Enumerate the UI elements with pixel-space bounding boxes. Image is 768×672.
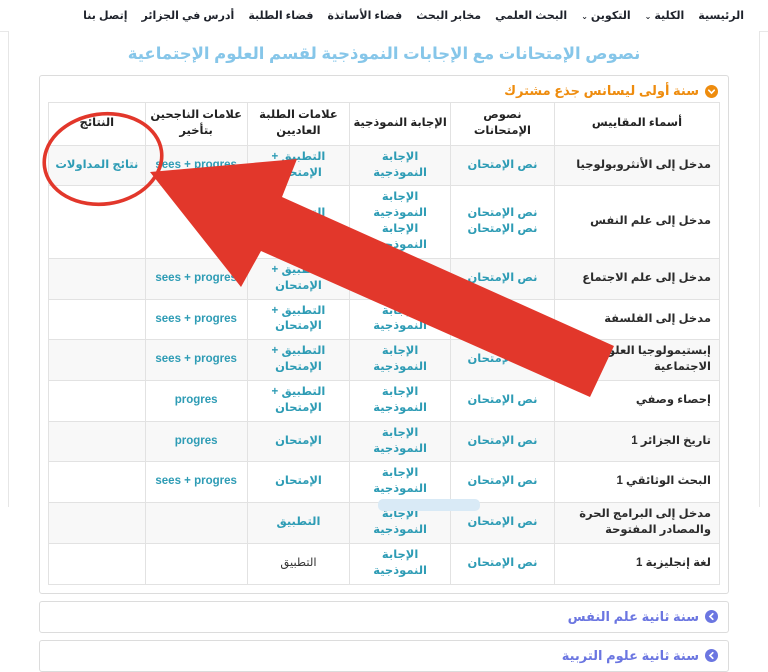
table-header-row: أسماء المقاييس نصوص الإمتحانات الإجابة ا… [49,103,720,146]
exam-text-link[interactable]: نص الإمتحان [467,475,537,487]
table-row: إبستيمولوجيا العلوم الاجتماعية نص الإمتح… [49,340,720,381]
column-header-exam-texts: نصوص الإمتحانات [450,103,554,146]
table-row: تاريخ الجزائر 1 نص الإمتحان الإجابة النم… [49,421,720,462]
regular-marks-link[interactable]: الإمتحان [275,435,322,447]
model-answer-link[interactable]: الإجابة النموذجية [373,151,427,179]
regular-marks-link[interactable]: التطبيق + الإمتحان [272,345,326,373]
exam-text-link[interactable]: نص الإمتحان [467,435,537,447]
chevron-down-icon: ⌄ [581,12,588,21]
exams-table-wrapper: أسماء المقاييس نصوص الإمتحانات الإجابة ا… [40,102,728,593]
exams-table: أسماء المقاييس نصوص الإمتحانات الإجابة ا… [48,102,720,585]
model-answer-link[interactable]: الإجابة النموذجية [373,305,427,333]
table-row: البحث الوثائقي 1 نص الإمتحان الإجابة الن… [49,462,720,503]
chevron-circle-down-icon [705,85,718,98]
late-marks-link[interactable]: sees + progres [155,159,237,171]
exam-text-link[interactable]: نص الإمتحان [467,353,537,365]
regular-marks-link[interactable]: التطبيق + الإمتحان [272,305,326,333]
nav-item-research-labs[interactable]: مخابر البحث [416,9,481,22]
table-row: مدخل إلى الأنثروبولوجيا نص الإمتحان الإج… [49,145,720,186]
model-answer-link[interactable]: الإجابة النموذجية [373,264,427,292]
section-second-year-psychology-header[interactable]: سنة ثانية علم النفس [40,602,728,632]
regular-marks-link[interactable]: التطبيق [277,516,321,528]
sections-accordion: سنة أولى ليسانس جذع مشترك أسماء المقاييس… [39,75,729,672]
module-name-cell: البحث الوثائقي 1 [554,462,719,503]
model-answer-link[interactable]: الإجابة النموذجية [373,345,427,373]
regular-marks-text: التطبيق [280,557,316,569]
model-answer-link[interactable]: الإجابة النموذجية [373,386,427,414]
nav-item-study-in-algeria[interactable]: أدرس في الجزائر [142,9,235,22]
module-name-cell: تاريخ الجزائر 1 [554,421,719,462]
module-name-cell: إبستيمولوجيا العلوم الاجتماعية [554,340,719,381]
late-marks-link[interactable]: progres [175,394,218,406]
results-link[interactable]: نتائج المداولات [55,159,138,171]
table-row: مدخل إلى علم النفس نص الإمتحان نص الإمتح… [49,186,720,258]
table-row: مدخل إلى علم الاجتماع نص الإمتحان الإجاب… [49,258,720,299]
nav-item-students-space[interactable]: فضاء الطلبة [248,9,313,22]
exam-text-link[interactable]: نص الإمتحان نص الإمتحان [467,207,537,235]
nav-item-scientific-research[interactable]: البحث العلمي [495,9,567,22]
regular-marks-link[interactable]: التطبيق + الإمتحان [272,386,326,414]
module-name-cell: مدخل إلى الفلسفة [554,299,719,340]
section-second-year-education: سنة ثانية علوم التربية [39,640,729,672]
top-nav: الرئيسية الكلية⌄ التكوين⌄ البحث العلمي م… [0,0,768,32]
regular-marks-link[interactable]: التطبيق + الإمتحان [272,151,326,179]
exams-table-body: مدخل إلى الأنثروبولوجيا نص الإمتحان الإج… [49,145,720,584]
column-header-late-marks: علامات الناجحين بتأخير [145,103,247,146]
section-title: سنة ثانية علوم التربية [562,648,699,664]
page-title: نصوص الإمتحانات مع الإجابات النموذجية لق… [9,44,759,64]
chevron-down-icon: ⌄ [645,12,652,21]
model-answer-link[interactable]: الإجابة النموذجية [373,508,427,536]
module-name-cell: لغة إنجليزية 1 [554,543,719,584]
section-first-year-header[interactable]: سنة أولى ليسانس جذع مشترك [40,76,728,102]
model-answer-link[interactable]: الإجابة النموذجية [373,549,427,577]
column-header-modules: أسماء المقاييس [554,103,719,146]
exam-text-link[interactable]: نص الإمتحان [467,516,537,528]
chevron-circle-left-icon [705,610,718,623]
section-second-year-psychology: سنة ثانية علم النفس [39,601,729,633]
nav-item-home[interactable]: الرئيسية [698,9,744,22]
late-marks-link[interactable]: progres [175,435,218,447]
model-answer-link[interactable]: الإجابة النموذجية [373,427,427,455]
nav-item-professors-space[interactable]: فضاء الأساتذة [327,9,402,22]
cutoff-blue-element [378,499,480,511]
exam-text-link[interactable]: نص الإمتحان [467,557,537,569]
exam-text-link[interactable]: نص الإمتحان [467,313,537,325]
table-row: إحصاء وصفي نص الإمتحان الإجابة النموذجية… [49,381,720,422]
chevron-circle-left-icon [705,649,718,662]
model-answer-link[interactable]: الإجابة النموذجية [373,467,427,495]
exam-text-link[interactable]: نص الإمتحان [467,272,537,284]
table-row: مدخل إلى الفلسفة نص الإمتحان الإجابة الن… [49,299,720,340]
column-header-model-answer: الإجابة النموذجية [350,103,451,146]
exam-text-link[interactable]: نص الإمتحان [467,159,537,171]
section-first-year: سنة أولى ليسانس جذع مشترك أسماء المقاييس… [39,75,729,594]
module-name-cell: إحصاء وصفي [554,381,719,422]
regular-marks-link[interactable]: الإمتحان [275,475,322,487]
column-header-regular-marks: علامات الطلبة العاديين [247,103,350,146]
nav-item-contact[interactable]: إتصل بنا [83,9,127,22]
late-marks-link[interactable]: sees + progres [155,313,237,325]
module-name-cell: مدخل إلى البرامج الحرة والمصادر المفتوحة [554,503,719,544]
section-title: سنة أولى ليسانس جذع مشترك [504,83,699,99]
nav-item-training[interactable]: التكوين⌄ [581,9,630,22]
module-name-cell: مدخل إلى علم الاجتماع [554,258,719,299]
section-title: سنة ثانية علم النفس [568,609,699,625]
section-second-year-education-header[interactable]: سنة ثانية علوم التربية [40,641,728,671]
content-container: نصوص الإمتحانات مع الإجابات النموذجية لق… [8,31,760,507]
late-marks-link[interactable]: sees + progres [155,272,237,284]
exam-text-link[interactable]: نص الإمتحان [467,394,537,406]
late-marks-link[interactable]: sees + progres [155,353,237,365]
model-answer-link[interactable]: الإجابة النموذجية الإجابة النموذجية [373,191,427,251]
module-name-cell: مدخل إلى علم النفس [554,186,719,258]
table-row: لغة إنجليزية 1 نص الإمتحان الإجابة النمو… [49,543,720,584]
regular-marks-link[interactable]: التطبيق + الإمتحان [272,207,326,235]
regular-marks-link[interactable]: التطبيق + الإمتحان [272,264,326,292]
late-marks-link[interactable]: sees + progres [155,475,237,487]
module-name-cell: مدخل إلى الأنثروبولوجيا [554,145,719,186]
nav-item-faculty[interactable]: الكلية⌄ [645,9,685,22]
column-header-results: النتائج [49,103,146,146]
